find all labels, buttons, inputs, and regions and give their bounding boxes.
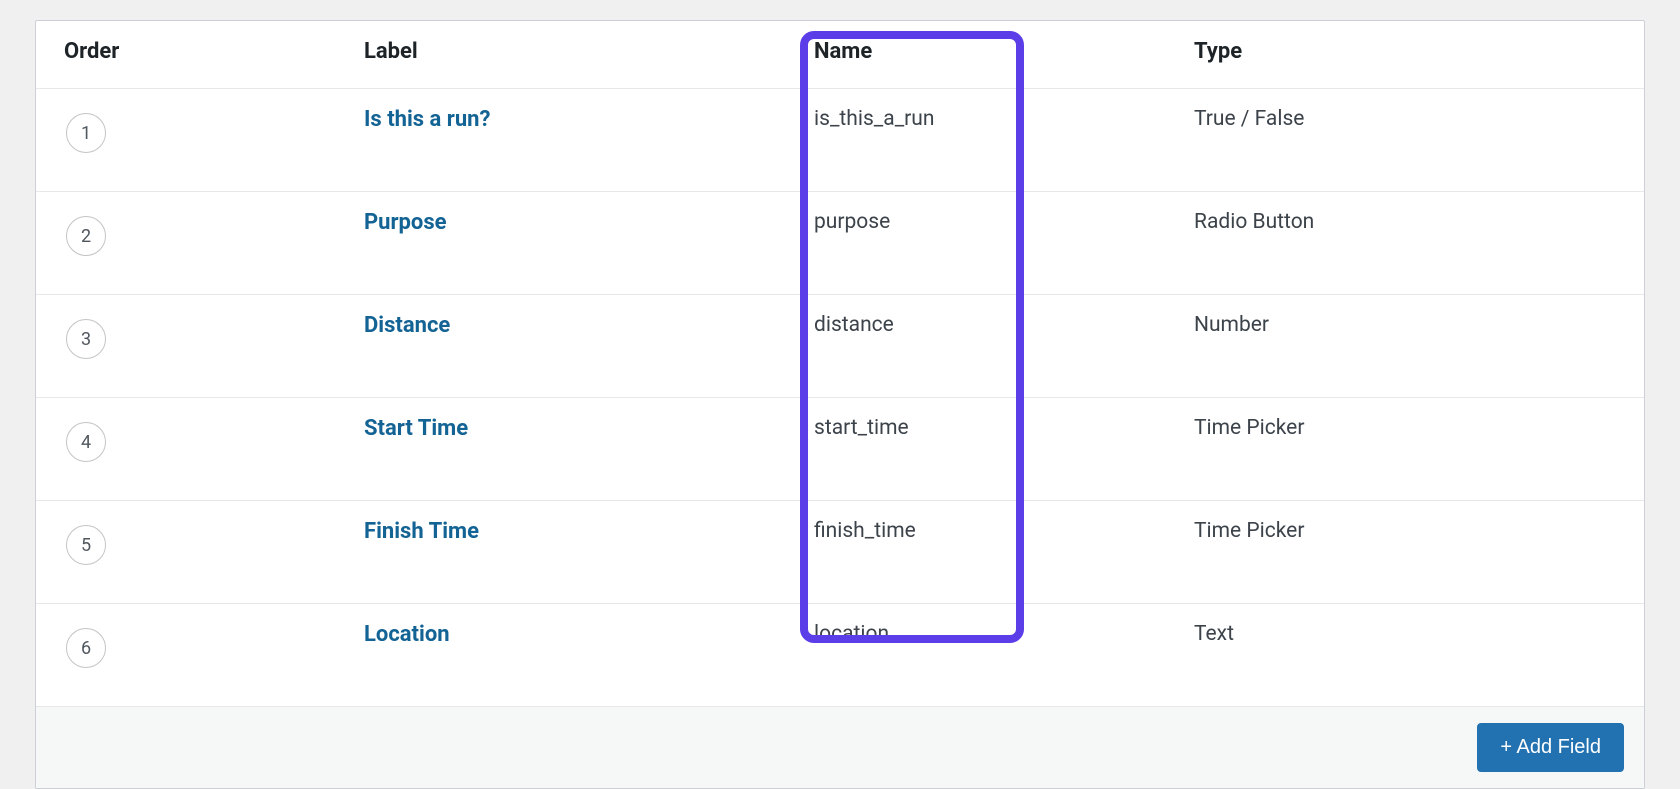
- field-label-link[interactable]: Distance: [364, 313, 450, 338]
- order-handle[interactable]: 3: [66, 319, 106, 359]
- field-row[interactable]: 5 Finish Time finish_time Time Picker: [36, 501, 1644, 604]
- field-row[interactable]: 2 Purpose purpose Radio Button: [36, 192, 1644, 295]
- column-header-type: Type: [1166, 21, 1644, 89]
- field-name-cell: purpose: [786, 192, 1166, 295]
- fields-panel: Order Label Name Type 1 Is this a run? i…: [35, 20, 1645, 789]
- field-row[interactable]: 6 Location location Text: [36, 604, 1644, 707]
- field-type-cell: Number: [1166, 295, 1644, 398]
- order-handle[interactable]: 1: [66, 113, 106, 153]
- field-name-cell: distance: [786, 295, 1166, 398]
- field-label-link[interactable]: Location: [364, 622, 450, 647]
- column-header-label: Label: [336, 21, 786, 89]
- column-header-order: Order: [36, 21, 336, 89]
- field-type-cell: Radio Button: [1166, 192, 1644, 295]
- fields-table-head: Order Label Name Type: [36, 21, 1644, 89]
- field-label-link[interactable]: Start Time: [364, 416, 468, 441]
- field-name-cell: finish_time: [786, 501, 1166, 604]
- field-label-link[interactable]: Is this a run?: [364, 107, 490, 132]
- field-row[interactable]: 1 Is this a run? is_this_a_run True / Fa…: [36, 89, 1644, 192]
- field-type-cell: Text: [1166, 604, 1644, 707]
- field-row[interactable]: 4 Start Time start_time Time Picker: [36, 398, 1644, 501]
- field-type-cell: True / False: [1166, 89, 1644, 192]
- column-header-name: Name: [786, 21, 1166, 89]
- order-handle[interactable]: 4: [66, 422, 106, 462]
- field-type-cell: Time Picker: [1166, 501, 1644, 604]
- order-handle[interactable]: 2: [66, 216, 106, 256]
- order-handle[interactable]: 6: [66, 628, 106, 668]
- field-type-cell: Time Picker: [1166, 398, 1644, 501]
- field-label-link[interactable]: Finish Time: [364, 519, 479, 544]
- add-field-button[interactable]: + Add Field: [1477, 723, 1624, 772]
- table-footer: + Add Field: [36, 706, 1644, 788]
- field-name-cell: start_time: [786, 398, 1166, 501]
- field-label-link[interactable]: Purpose: [364, 210, 447, 235]
- order-handle[interactable]: 5: [66, 525, 106, 565]
- field-row[interactable]: 3 Distance distance Number: [36, 295, 1644, 398]
- field-name-cell: location: [786, 604, 1166, 707]
- fields-table-body: 1 Is this a run? is_this_a_run True / Fa…: [36, 89, 1644, 707]
- fields-table: Order Label Name Type 1 Is this a run? i…: [36, 21, 1644, 706]
- field-name-cell: is_this_a_run: [786, 89, 1166, 192]
